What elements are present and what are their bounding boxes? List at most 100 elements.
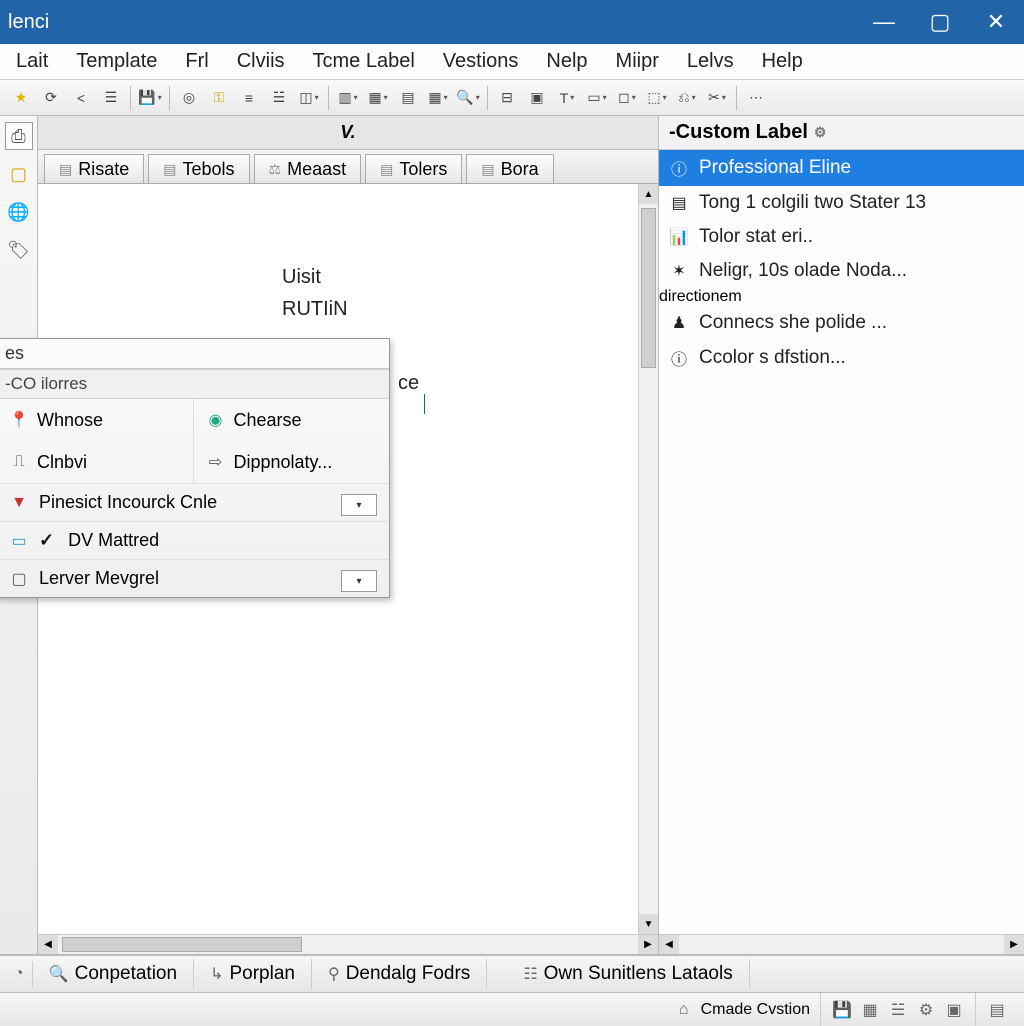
menu-item-dippnolaty[interactable]: ⇨Dippnolaty... xyxy=(194,441,390,483)
tree-icon[interactable]: 🏷 xyxy=(5,236,33,264)
dropdown-button[interactable]: ▾ xyxy=(341,570,377,592)
menu-item-clnbvi[interactable]: ⎍Clnbvi xyxy=(0,441,194,483)
maximize-button[interactable]: ▢ xyxy=(912,0,968,44)
bottom-tab-own-sunitlens[interactable]: ☷Own Sunitlens Lataols xyxy=(507,959,749,989)
scroll-up-icon[interactable]: ▲ xyxy=(639,184,658,204)
close-button[interactable]: ✕ xyxy=(968,0,1024,44)
scroll-track[interactable] xyxy=(639,204,658,914)
grid-icon[interactable]: ▦ xyxy=(859,1000,881,1020)
doc-icon: ▤ xyxy=(669,193,689,213)
page-icon[interactable]: ▢ xyxy=(5,160,33,188)
save-icon[interactable]: 💾▾ xyxy=(137,85,163,111)
scroll-left-icon[interactable]: ◀ xyxy=(38,935,58,954)
layout-icon[interactable]: ▦▾ xyxy=(365,85,391,111)
minimize-button[interactable]: — xyxy=(856,0,912,44)
menu-item-lerver[interactable]: ▢ Lerver Mevgrel ▾ xyxy=(0,559,389,597)
shape-icon[interactable]: ◫▾ xyxy=(296,85,322,111)
window-icon[interactable]: ▣ xyxy=(524,85,550,111)
menu-nelp[interactable]: Nelp xyxy=(536,46,597,77)
scroll-left-icon[interactable]: ◀ xyxy=(659,935,679,954)
globe-icon[interactable]: 🌐 xyxy=(5,198,33,226)
menu-lait[interactable]: Lait xyxy=(6,46,58,77)
back-icon[interactable]: < xyxy=(68,85,94,111)
home-icon: ⌂ xyxy=(673,1001,695,1019)
more-icon[interactable]: ⋯ xyxy=(743,85,769,111)
tab-meaast[interactable]: ⚖Meaast xyxy=(254,154,362,183)
justify-icon[interactable]: ≡ xyxy=(236,85,262,111)
bottom-tab-dendalg[interactable]: ⚲Dendalg Fodrs xyxy=(312,959,487,989)
text-icon[interactable]: T▾ xyxy=(554,85,580,111)
menu-item-label: Pinesict Incourck Cnle xyxy=(39,492,217,513)
menu-item-whnose[interactable]: 📍Whnose xyxy=(0,399,194,441)
spacer-icon[interactable]: ⊟ xyxy=(494,85,520,111)
tab-bora[interactable]: ▤Bora xyxy=(466,154,553,183)
menu-frl[interactable]: Frl xyxy=(175,46,218,77)
list-item[interactable]: 📊Tolor stat eri.. xyxy=(659,220,1024,254)
frame-icon[interactable]: ◻▾ xyxy=(614,85,640,111)
menu-lelvs[interactable]: Lelvs xyxy=(677,46,744,77)
list-item[interactable]: ✶Neligr, 10s olade Noda... xyxy=(659,254,1024,288)
menu-miipr[interactable]: Miipr xyxy=(606,46,669,77)
toolbar-separator xyxy=(130,86,131,110)
menu-item-dv-mattred[interactable]: ▭ ✓ DV Mattred xyxy=(0,521,389,559)
menu-item-chearse[interactable]: ◉Chearse xyxy=(194,399,390,441)
gear-icon[interactable]: ⚙ xyxy=(915,1000,937,1020)
pushpin-icon: 📍 xyxy=(9,410,29,430)
save-icon[interactable]: 💾 xyxy=(831,1000,853,1020)
tool-icon[interactable]: ✂▾ xyxy=(704,85,730,111)
scroll-down-icon[interactable]: ▼ xyxy=(639,914,658,934)
menu-tcme-label[interactable]: Tcme Label xyxy=(303,46,425,77)
search-icon[interactable]: 🔍▾ xyxy=(455,85,481,111)
document-header: V. xyxy=(38,116,658,150)
connector-icon[interactable]: ⎌▾ xyxy=(674,85,700,111)
module-icon[interactable]: ▣ xyxy=(943,1000,965,1020)
component-icon[interactable]: ⎙ xyxy=(5,122,33,150)
document-tabs: ▤Risate ▤Tebols ⚖Meaast ▤Tolers ▤Bora xyxy=(38,150,658,184)
list-item[interactable]: ⓘCcolor s dfstion... xyxy=(659,340,1024,376)
folder-icon: ⚲ xyxy=(328,964,340,984)
menu-template[interactable]: Template xyxy=(66,46,167,77)
rect-icon[interactable]: ▭▾ xyxy=(584,85,610,111)
menu-clviis[interactable]: Clviis xyxy=(227,46,295,77)
star-icon[interactable]: ★ xyxy=(8,85,34,111)
menu-help[interactable]: Help xyxy=(752,46,813,77)
calc-icon[interactable]: ▤ xyxy=(395,85,421,111)
status-center[interactable]: ⌂Cmade Cvstion xyxy=(663,993,821,1026)
toolbar-separator xyxy=(487,86,488,110)
key-icon[interactable]: ⚿ xyxy=(206,85,232,111)
gear-icon[interactable]: ⚙ xyxy=(814,124,827,141)
list-toggle-icon[interactable]: ☰ xyxy=(98,85,124,111)
list-item[interactable]: ⓘProfessional Eline xyxy=(659,150,1024,186)
tab-tebols[interactable]: ▤Tebols xyxy=(148,154,249,183)
status-end-icon[interactable]: ▤ xyxy=(976,993,1018,1026)
scroll-thumb[interactable] xyxy=(641,208,656,368)
menu-item-pinesict[interactable]: ▼ Pinesict Incourck Cnle ▾ xyxy=(0,483,389,521)
target-icon[interactable]: ◎ xyxy=(176,85,202,111)
tab-tolers[interactable]: ▤Tolers xyxy=(365,154,462,183)
grid-icon[interactable]: ▦▾ xyxy=(425,85,451,111)
scroll-track[interactable] xyxy=(58,935,638,954)
vertical-scrollbar[interactable]: ▲ ▼ xyxy=(638,184,658,934)
bottom-tab-conpetation[interactable]: 🔍Conpetation xyxy=(33,959,194,989)
scroll-track[interactable] xyxy=(679,935,1004,954)
panel-icon[interactable]: ▥▾ xyxy=(335,85,361,111)
dropdown-button[interactable]: ▾ xyxy=(341,494,377,516)
horizontal-scrollbar[interactable]: ◀ ▶ xyxy=(38,934,658,954)
stack-icon[interactable]: ☱ xyxy=(887,1000,909,1020)
scroll-thumb[interactable] xyxy=(62,937,302,952)
list-item[interactable]: ▤Tong 1 colgili two Stater 13 xyxy=(659,186,1024,220)
tab-risate[interactable]: ▤Risate xyxy=(44,154,144,183)
menu-vestions[interactable]: Vestions xyxy=(433,46,529,77)
tab-label: Meaast xyxy=(287,159,346,180)
panel-horizontal-scrollbar[interactable]: ◀ ▶ xyxy=(659,934,1024,954)
scroll-right-icon[interactable]: ▶ xyxy=(638,935,658,954)
list-item[interactable]: ♟Connecs she polide ... xyxy=(659,306,1024,340)
align-icon[interactable]: ☱ xyxy=(266,85,292,111)
scroll-right-icon[interactable]: ▶ xyxy=(1004,935,1024,954)
box-icon[interactable]: ⬚▾ xyxy=(644,85,670,111)
layout-icon: ▤ xyxy=(986,1000,1008,1020)
bottom-tool-icon[interactable]: ◔ xyxy=(6,961,33,987)
bottom-tab-porplan[interactable]: ↳Porplan xyxy=(194,959,312,989)
refresh-icon[interactable]: ⟳ xyxy=(38,85,64,111)
status-icon-group: 💾 ▦ ☱ ⚙ ▣ xyxy=(821,993,976,1026)
